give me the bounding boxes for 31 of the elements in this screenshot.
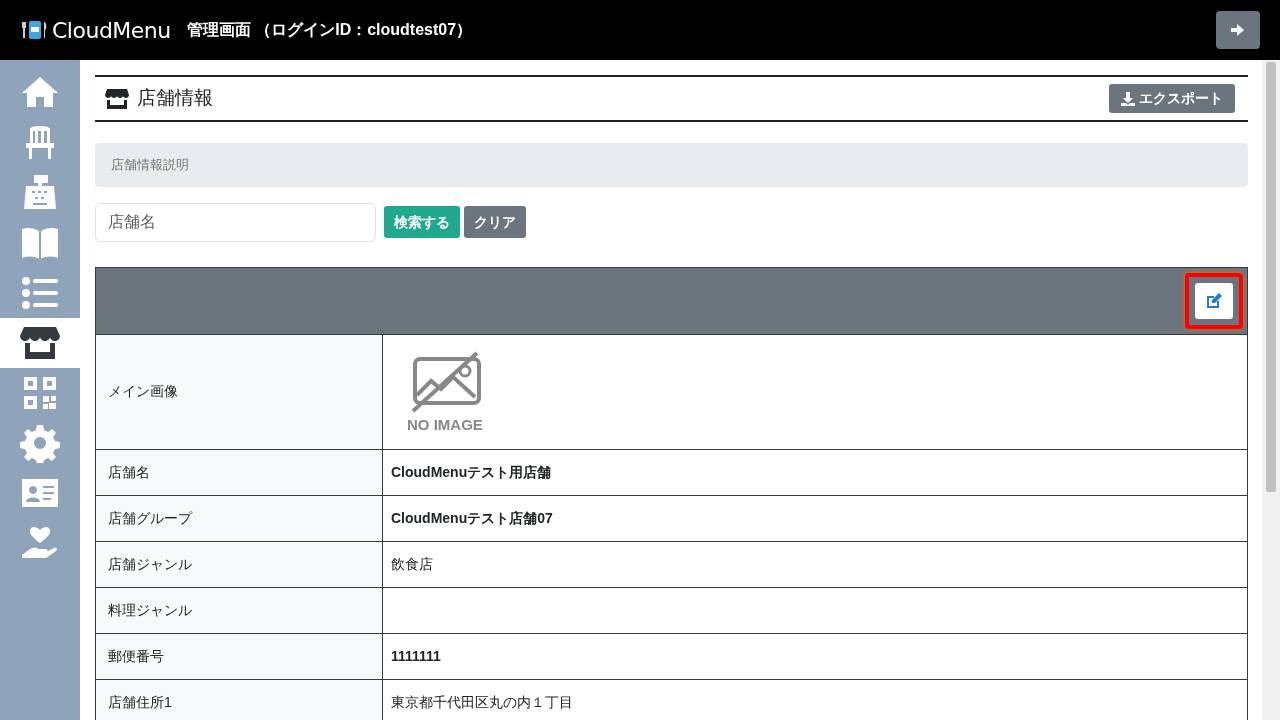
scrollbar[interactable] <box>1262 60 1280 720</box>
page-title: 店舗情報 <box>137 86 213 111</box>
sidebar-item[interactable] <box>0 318 80 368</box>
table-value: 1111111 <box>390 646 442 666</box>
logout-icon <box>1230 23 1246 37</box>
download-icon <box>1121 91 1135 106</box>
table-label: メイン画像 <box>96 334 383 449</box>
edit-button[interactable] <box>1195 282 1233 319</box>
description-text: 店舗情報説明 <box>95 143 1248 187</box>
logo-text: CloudMenu <box>52 16 171 45</box>
table-label: 料理ジャンル <box>96 587 383 633</box>
export-button[interactable]: エクスポート <box>1109 84 1235 113</box>
menu-logo-icon <box>22 19 48 41</box>
table-label: 店舗ジャンル <box>96 541 383 587</box>
logout-button[interactable] <box>1216 11 1260 49</box>
table-value: 東京都千代田区丸の内１丁目 <box>390 692 574 712</box>
no-image-text: NO IMAGE <box>407 417 483 432</box>
edit-icon <box>1205 291 1223 310</box>
table-label: 店舗グループ <box>96 495 383 541</box>
page-header-title: 管理画面 （ログインID：cloudtest07） <box>186 20 473 40</box>
search-button[interactable]: 検索する <box>384 206 460 238</box>
table-label: 郵便番号 <box>96 633 383 679</box>
table-value: 飲食店 <box>390 554 434 574</box>
clear-button[interactable]: クリア <box>464 206 526 238</box>
table-label: 店舗名 <box>96 449 383 495</box>
store-icon <box>105 88 129 109</box>
table-value: CloudMenuテスト用店舗 <box>390 462 553 482</box>
store-name-field[interactable]: 店舗名 <box>95 202 376 242</box>
nav-icon <box>20 423 60 463</box>
table-label: 店舗住所1 <box>96 679 383 720</box>
table-value: CloudMenuテスト店舗07 <box>390 508 554 528</box>
